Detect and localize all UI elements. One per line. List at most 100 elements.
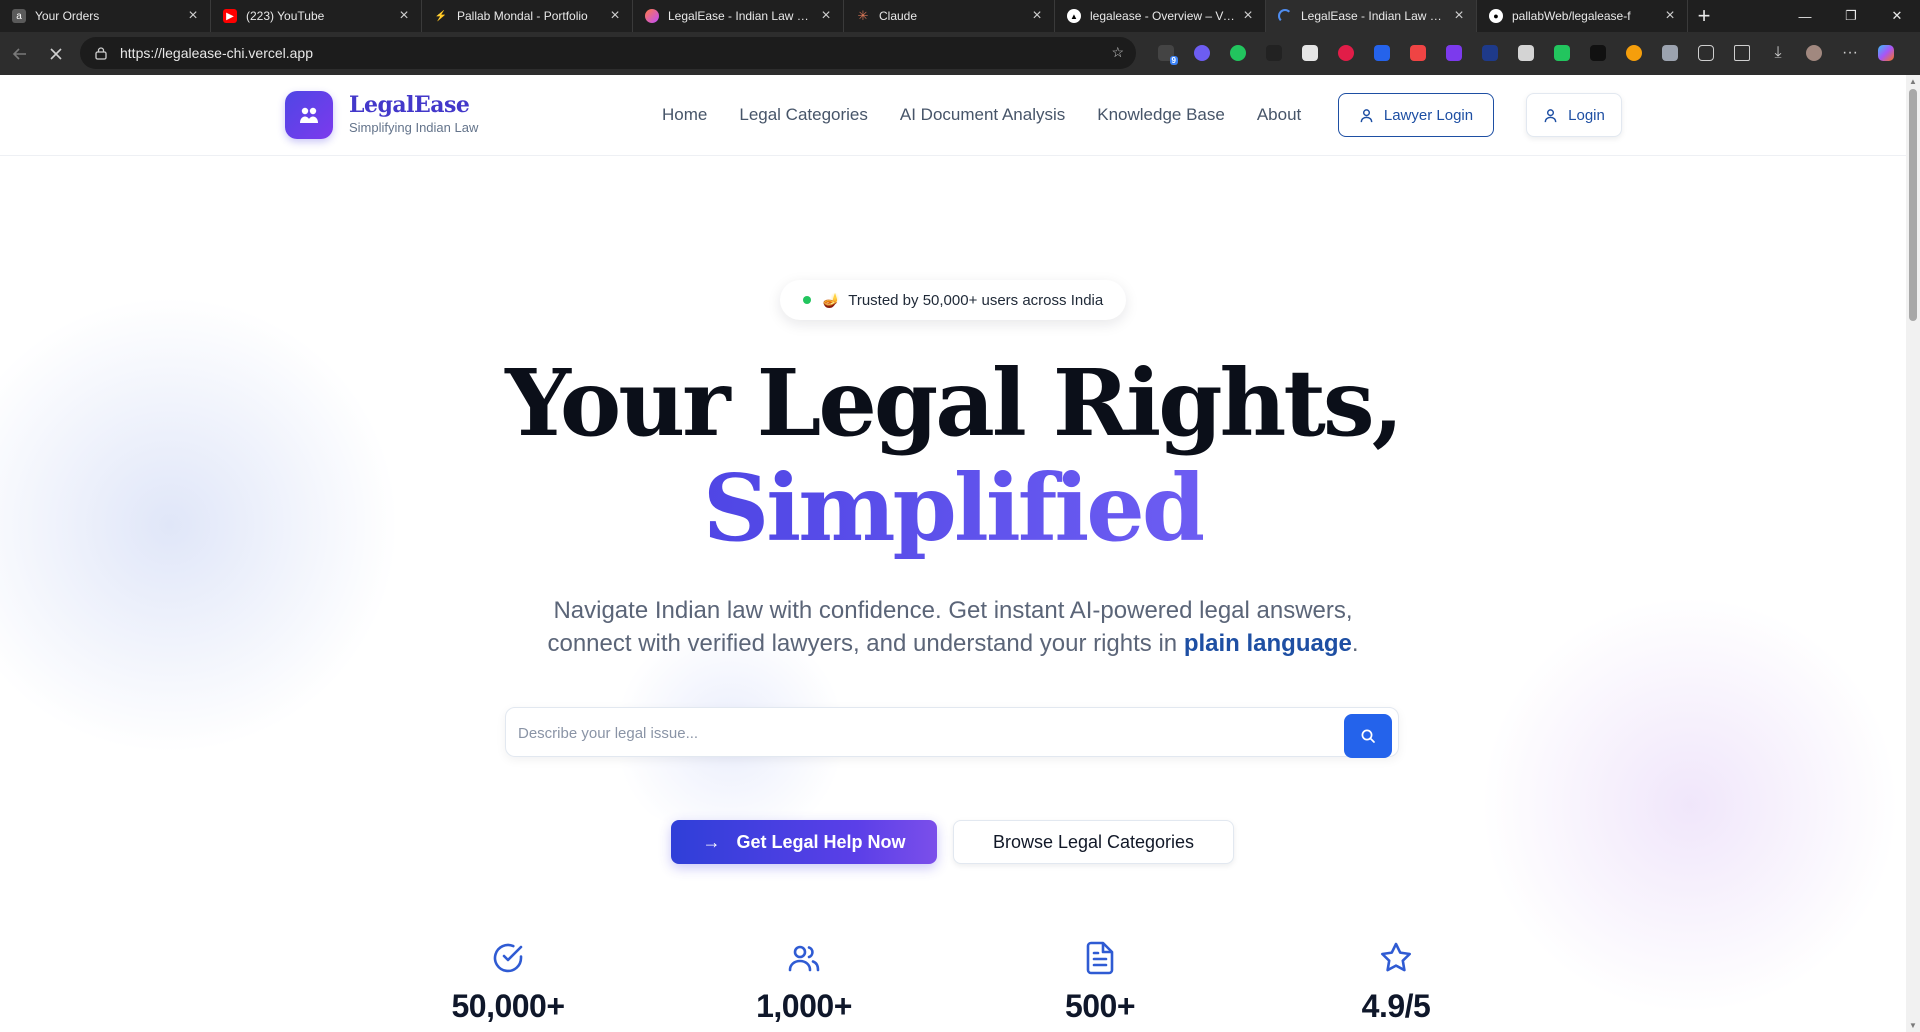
favorite-star-icon[interactable]: ☆ [1111,44,1124,61]
camera-icon[interactable] [1652,37,1688,69]
check-circle-icon [408,940,608,976]
close-tab-icon[interactable]: × [817,7,835,25]
hero-subtitle-line1: Navigate Indian law with confidence. Get… [553,597,1353,624]
extensions-toolbar: 9 ⤓ ··· [1148,37,1904,69]
stop-loading-icon[interactable] [40,38,72,70]
extension-icon[interactable] [1364,37,1400,69]
download-icon[interactable]: ⤓ [1760,37,1796,69]
hero-subtitle-line2: connect with verified lawyers, and under… [547,630,1184,657]
puzzle-icon[interactable] [1688,37,1724,69]
main-nav: Home Legal Categories AI Document Analys… [662,105,1333,125]
hero-accent-text: Simplified [702,454,1206,562]
hero-subtitle: Navigate Indian law with confidence. Get… [0,594,1906,660]
tab-title: Your Orders [35,9,100,23]
close-tab-icon[interactable]: × [1028,7,1046,25]
browser-tab[interactable]: ⚡ Pallab Mondal - Portfolio × [422,0,633,32]
document-icon [1000,940,1200,976]
browser-tab-bar: a Your Orders × ▶ (223) YouTube × ⚡ Pall… [0,0,1920,32]
new-tab-button[interactable]: + [1688,0,1720,32]
search-icon [1361,729,1375,743]
extension-badge: 9 [1169,56,1178,65]
status-dot [802,296,811,304]
close-tab-icon[interactable]: × [606,7,624,25]
nav-ai-document-analysis[interactable]: AI Document Analysis [900,105,1065,125]
stat-documents: 500+ [1000,940,1200,1025]
browser-tab-active[interactable]: LegalEase - Indian Law Made × [1266,0,1477,32]
login-button[interactable]: Login [1526,93,1622,137]
extension-icon[interactable] [1472,37,1508,69]
extension-icon[interactable] [1616,37,1652,69]
claude-icon: ✳ [857,8,869,23]
extension-icon[interactable] [1544,37,1580,69]
extension-icon[interactable] [1508,37,1544,69]
minimize-icon[interactable]: — [1782,0,1828,32]
browse-legal-categories-button[interactable]: Browse Legal Categories [953,820,1234,864]
bolt-icon: ⚡ [434,10,448,22]
trusted-badge: 🪔 Trusted by 50,000+ users across India [780,280,1126,320]
stat-lawyers: 1,000+ [704,940,904,1025]
legal-issue-search [505,707,1399,758]
close-tab-icon[interactable]: × [184,7,202,25]
browser-tab[interactable]: ● pallabWeb/legalease-f × [1477,0,1688,32]
extension-icon[interactable] [1220,37,1256,69]
scroll-up-icon[interactable]: ▲ [1909,77,1917,86]
user-icon [1360,108,1373,122]
extension-icon[interactable] [1436,37,1472,69]
youtube-icon: ▶ [223,9,237,23]
tab-title: legalease - Overview – Vercel [1090,9,1239,23]
loading-icon [1278,9,1292,23]
tab-title: pallabWeb/legalease-f [1512,9,1631,23]
browser-tab[interactable]: ✳ Claude × [844,0,1055,32]
stat-value: 1,000+ [756,988,852,1024]
search-button[interactable] [1344,714,1392,758]
scrollbar-thumb[interactable] [1909,89,1917,321]
site-info-icon[interactable] [94,46,108,60]
more-menu-icon[interactable]: ··· [1832,37,1868,69]
tab-title: LegalEase - Indian Law Made [668,9,817,23]
nav-legal-categories[interactable]: Legal Categories [739,105,868,125]
brand-tagline: Simplifying Indian Law [349,120,479,135]
extension-icon[interactable] [1256,37,1292,69]
profile-avatar-icon[interactable] [1796,37,1832,69]
browser-tab[interactable]: ▶ (223) YouTube × [211,0,422,32]
lawyer-login-button[interactable]: Lawyer Login [1338,93,1494,137]
logo-icon[interactable] [285,91,333,139]
get-legal-help-button[interactable]: → Get Legal Help Now [671,820,937,864]
favorites-icon[interactable] [1724,37,1760,69]
close-tab-icon[interactable]: × [1239,7,1257,25]
browser-tab[interactable]: LegalEase - Indian Law Made × [633,0,844,32]
browser-tab[interactable]: ▲ legalease - Overview – Vercel × [1055,0,1266,32]
extension-icon[interactable] [1580,37,1616,69]
extension-icon[interactable]: 9 [1148,37,1184,69]
tab-title: LegalEase - Indian Law Made [1301,9,1450,23]
scroll-down-icon[interactable]: ▼ [1909,1021,1917,1030]
plain-language-highlight: plain language [1183,630,1352,657]
github-icon: ● [1489,9,1503,23]
extension-icon[interactable] [1328,37,1364,69]
lovable-icon [645,9,659,23]
extension-icon[interactable] [1292,37,1328,69]
extension-icon[interactable] [1184,37,1220,69]
copilot-icon[interactable] [1868,37,1904,69]
brand[interactable]: LegalEase Simplifying Indian Law [349,92,478,135]
close-tab-icon[interactable]: × [395,7,413,25]
restore-icon[interactable]: ❐ [1828,0,1874,32]
user-icon [1544,108,1557,122]
nav-about[interactable]: About [1257,105,1301,125]
close-window-icon[interactable]: ✕ [1874,0,1920,32]
stat-value: 4.9/5 [1361,988,1431,1024]
hero-title-accent: Simplified [0,456,1906,560]
browser-tab[interactable]: a Your Orders × [0,0,211,32]
browser-toolbar: https://legalease-chi.vercel.app ☆ 9 ⤓ ·… [0,32,1920,75]
back-icon[interactable] [4,38,36,70]
address-bar[interactable]: https://legalease-chi.vercel.app ☆ [80,37,1136,69]
users-icon [704,940,904,976]
nav-home[interactable]: Home [662,105,707,125]
close-tab-icon[interactable]: × [1450,7,1468,25]
lawyer-login-label: Lawyer Login [1383,106,1474,124]
extension-icon[interactable] [1400,37,1436,69]
nav-knowledge-base[interactable]: Knowledge Base [1097,105,1225,125]
close-tab-icon[interactable]: × [1661,7,1679,25]
page-scrollbar[interactable]: ▲ ▼ [1906,75,1920,1032]
legal-issue-input[interactable] [518,718,1338,748]
